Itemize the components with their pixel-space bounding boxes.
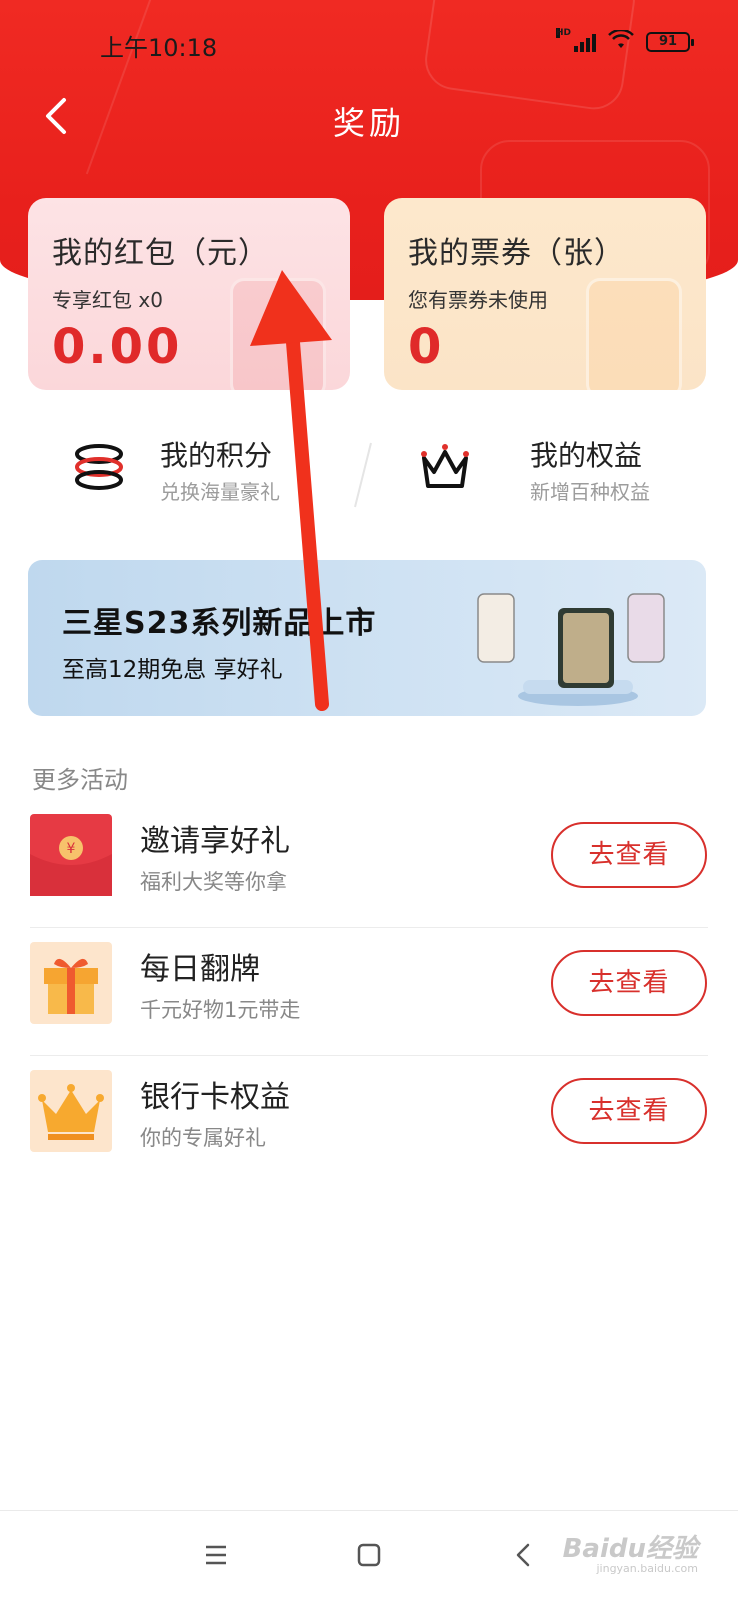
promo-banner[interactable]: 三星S23系列新品上市 至高12期免息 享好礼	[28, 560, 706, 716]
watermark-brand: Baidu经验	[562, 1534, 698, 1564]
menu-icon	[206, 1545, 226, 1565]
tickets-card[interactable]: 我的票券（张） 您有票券未使用 0	[384, 198, 706, 390]
gift-box-icon	[30, 942, 112, 1024]
red-envelope-icon: ¥	[30, 814, 112, 896]
view-button[interactable]: 去查看	[551, 1078, 707, 1144]
activity-title: 每日翻牌	[140, 952, 260, 987]
phones-image	[477, 593, 665, 706]
top-bar: 奖励	[0, 80, 738, 160]
activity-subtitle: 千元好物1元带走	[140, 998, 301, 1022]
ticket-icon	[586, 278, 682, 390]
home-button[interactable]	[349, 1535, 389, 1575]
red-packet-card[interactable]: 我的红包（元） 专享红包 x0 0.00	[28, 198, 350, 390]
my-points-title: 我的积分	[160, 439, 273, 472]
watermark-url: jingyan.baidu.com	[596, 1562, 698, 1575]
svg-text:¥: ¥	[67, 841, 76, 857]
my-points-entry[interactable]: 我的积分 兑换海量豪礼	[70, 430, 330, 510]
tickets-title: 我的票券（张）	[408, 236, 625, 271]
activity-row: 每日翻牌 千元好物1元带走 去查看	[30, 928, 708, 1056]
coins-stack-icon	[75, 444, 123, 490]
battery-icon: 91	[646, 32, 694, 52]
view-button[interactable]: 去查看	[551, 950, 707, 1016]
home-square-icon	[357, 1543, 381, 1567]
banner-title: 三星S23系列新品上市	[62, 606, 377, 641]
status-bar: 上午10:18 HD 91	[0, 0, 738, 80]
activity-title: 邀请享好礼	[140, 824, 290, 859]
activity-row: ¥ 邀请享好礼 福利大奖等你拿 去查看	[30, 800, 708, 928]
crown-icon	[421, 444, 469, 488]
nav-back-button[interactable]	[504, 1535, 544, 1575]
activity-subtitle: 你的专属好礼	[140, 1126, 266, 1150]
activity-title: 银行卡权益	[140, 1080, 290, 1115]
activity-subtitle: 福利大奖等你拿	[140, 870, 287, 894]
chevron-left-icon	[516, 1543, 530, 1567]
my-rights-entry[interactable]: 我的权益 新增百种权益	[416, 430, 696, 510]
menu-button[interactable]	[196, 1535, 236, 1575]
wifi-icon	[608, 28, 634, 54]
status-icons: HD 91	[556, 28, 694, 54]
watermark: Baidu经验 jingyan.baidu.com	[562, 1528, 698, 1575]
my-rights-title: 我的权益	[530, 439, 643, 472]
red-envelope-icon	[230, 278, 326, 390]
network-type-label: HD	[556, 28, 572, 38]
crown-icon	[30, 1070, 112, 1152]
view-button[interactable]: 去查看	[551, 822, 707, 888]
activity-row: 银行卡权益 你的专属好礼 去查看	[30, 1056, 708, 1184]
my-points-subtitle: 兑换海量豪礼	[160, 480, 280, 504]
status-time: 上午10:18	[100, 34, 218, 62]
red-packet-title: 我的红包（元）	[52, 236, 269, 271]
page-title: 奖励	[332, 104, 405, 142]
banner-subtitle: 至高12期免息 享好礼	[62, 657, 283, 683]
signal-icon: HD	[556, 28, 596, 52]
my-rights-subtitle: 新增百种权益	[530, 480, 650, 504]
section-title: 更多活动	[32, 766, 128, 794]
